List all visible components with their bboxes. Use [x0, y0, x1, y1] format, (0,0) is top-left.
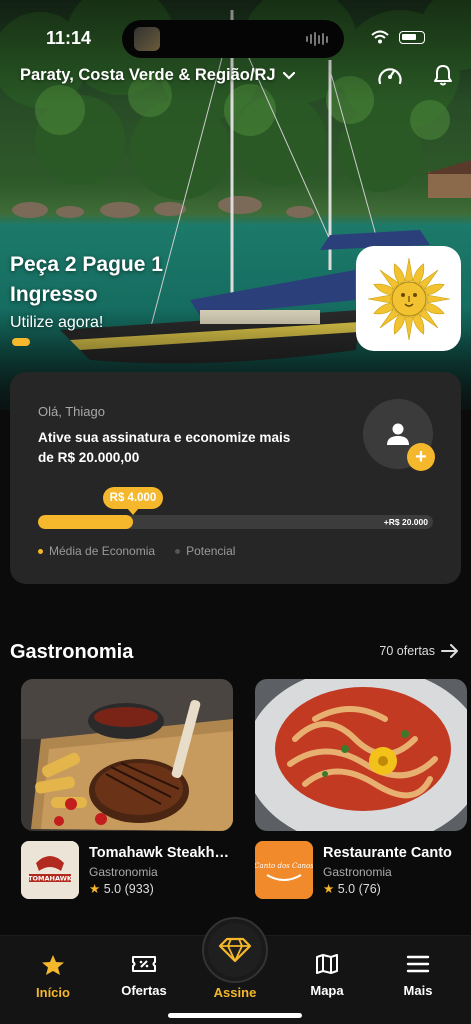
ticket-icon [132, 956, 156, 972]
offer-name: Tomahawk Steakhouse [89, 845, 235, 861]
rating-count: (76) [358, 882, 381, 896]
carousel-indicator [12, 338, 30, 346]
diamond-icon [218, 937, 252, 963]
star-icon: ★ [323, 882, 335, 896]
progress-value-badge: R$ 4.000 [103, 487, 163, 515]
savings-card[interactable]: Olá, Thiago Ative sua assinatura e econo… [10, 372, 461, 584]
savings-progress-fill [38, 515, 133, 529]
promo-title: Peça 2 Pague 1 Ingresso [10, 253, 163, 306]
legend-average-dot [38, 548, 43, 554]
dynamic-island[interactable] [122, 20, 344, 58]
now-playing-thumbnail [134, 27, 160, 51]
progress-legend: Média de Economia Potencial [38, 544, 235, 558]
nav-item-offers[interactable]: Ofertas [104, 954, 184, 998]
legend-potential-label: Potencial [186, 544, 236, 558]
progress-max-label: +R$ 20.000 [383, 517, 428, 527]
legend-potential-dot [175, 548, 181, 554]
see-all-label: 70 ofertas [379, 644, 435, 658]
hero-banner[interactable]: 11:14 Paraty, Costa Verde & Região/RJ Pe… [0, 0, 471, 410]
subscribe-button[interactable] [208, 923, 262, 977]
savings-progress-bar: +R$ 20.000 [38, 515, 433, 529]
status-time: 11:14 [46, 28, 92, 48]
greeting-text: Olá, Thiago [38, 404, 105, 419]
offer-category: Gastronomia [89, 865, 158, 879]
restaurant-logo: TOMAHAWK [21, 841, 79, 899]
sun-logo-icon [367, 257, 450, 340]
nav-item-more[interactable]: Mais [378, 954, 458, 998]
offer-rating: ★ 5.0 (76) [323, 881, 381, 896]
nav-home-label: Início [36, 985, 70, 1000]
star-icon [42, 955, 64, 975]
sun-ray [404, 257, 413, 281]
partner-logo[interactable] [356, 246, 461, 351]
wifi-icon [371, 30, 389, 44]
sun-ray [367, 294, 391, 303]
nav-subscribe-label: Assine [213, 985, 257, 1000]
audio-wave-icon [306, 32, 328, 46]
sun-ray [404, 316, 413, 340]
legend-average-label: Média de Economia [49, 544, 156, 558]
offer-image [255, 679, 467, 831]
status-bar: 11:14 [0, 20, 471, 58]
battery-icon [399, 30, 425, 44]
map-icon [316, 954, 338, 974]
location-selector[interactable]: Paraty, Costa Verde & Região/RJ [20, 66, 296, 85]
rating-value: 5.0 [337, 882, 356, 896]
see-all-offers-link[interactable]: 70 ofertas [379, 644, 459, 658]
location-label: Paraty, Costa Verde & Região/RJ [20, 66, 276, 84]
status-icons [371, 30, 425, 44]
offer-card[interactable]: TOMAHAWK Tomahawk Steakhouse Gastronomia… [21, 679, 235, 899]
rating-count: (933) [124, 882, 154, 896]
nav-map-label: Mapa [310, 983, 344, 998]
home-indicator [168, 1013, 302, 1018]
offer-card[interactable]: Canto dos Canos Restaurante Canto Gastro… [255, 679, 467, 899]
header-actions [377, 64, 453, 86]
canto-logo-icon: Canto dos Canos [255, 841, 313, 899]
arrow-right-icon [441, 644, 458, 658]
bottom-navigation: Início Ofertas Assine Mapa Mais [0, 917, 471, 1024]
legend-average: Média de Economia [38, 544, 155, 558]
section-title: Gastronomia [10, 641, 134, 663]
add-photo-button[interactable]: + [407, 443, 435, 471]
pasta-photo [255, 679, 467, 831]
nav-more-label: Mais [403, 983, 433, 998]
subscription-cta-text: Ative sua assinatura e economize mais de… [38, 430, 291, 465]
sun-ray [426, 294, 450, 303]
restaurant-logo: Canto dos Canos [255, 841, 313, 899]
offer-image [21, 679, 233, 831]
avatar[interactable]: + [363, 399, 435, 471]
offer-rating: ★ 5.0 (933) [89, 881, 154, 896]
tomahawk-logo-text: TOMAHAWK [28, 875, 73, 883]
tomahawk-logo-icon: TOMAHAWK [21, 841, 79, 899]
menu-icon [406, 955, 430, 973]
rating-value: 5.0 [103, 882, 122, 896]
steak-photo [21, 679, 233, 831]
nav-item-map[interactable]: Mapa [287, 954, 367, 998]
speedometer-icon[interactable] [377, 64, 403, 86]
offer-name: Restaurante Canto [323, 845, 452, 861]
nav-offers-label: Ofertas [121, 983, 167, 998]
canto-logo-text: Canto dos Canos [255, 862, 313, 870]
nav-item-home[interactable]: Início [13, 954, 93, 1000]
offer-category: Gastronomia [323, 865, 392, 879]
legend-potential: Potencial [175, 544, 235, 558]
nav-item-subscribe[interactable] [202, 917, 268, 983]
app-root: 11:14 Paraty, Costa Verde & Região/RJ Pe… [0, 0, 471, 1024]
bell-icon[interactable] [433, 64, 453, 86]
star-icon: ★ [89, 882, 101, 896]
promo-subtitle: Utilize agora! [10, 314, 104, 331]
user-icon [387, 423, 409, 445]
promo-text: Peça 2 Pague 1 Ingresso Utilize agora! [10, 250, 210, 332]
chevron-down-icon [282, 71, 295, 80]
